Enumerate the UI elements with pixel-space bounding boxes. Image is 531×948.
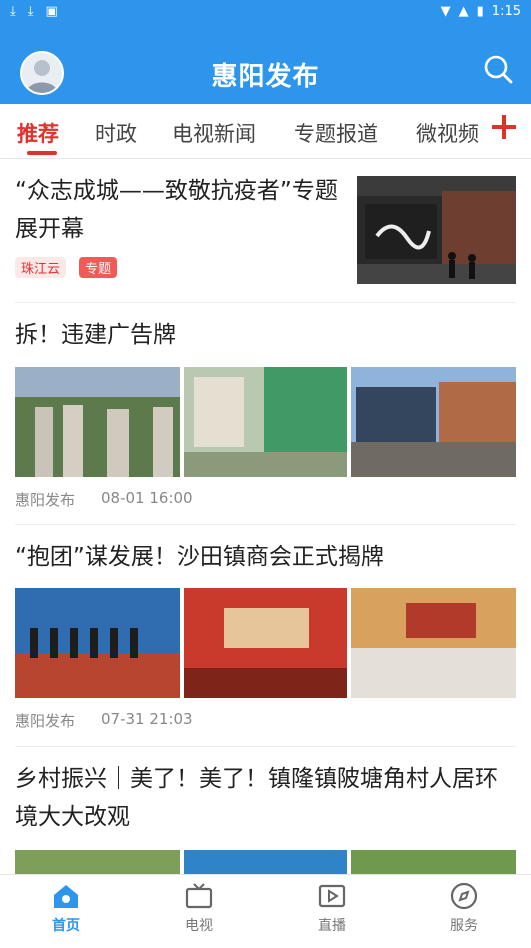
divider — [15, 746, 516, 747]
news-thumbnail[interactable] — [357, 176, 516, 284]
news-image — [15, 850, 180, 874]
status-time: 1:15 — [491, 4, 521, 19]
tab-recommend[interactable]: 推荐 — [17, 118, 59, 148]
bottom-navigation: 首页 电视 直播 服务 — [0, 874, 531, 948]
news-image — [15, 588, 180, 698]
download-icon: ⤓ — [10, 4, 16, 19]
tab-micro-video[interactable]: 微视频 — [416, 118, 479, 148]
news-title: 拆！违建广告牌 — [15, 322, 176, 348]
nav-tv[interactable]: 电视 — [159, 881, 239, 935]
news-image — [351, 588, 516, 698]
tab-tv-news[interactable]: 电视新闻 — [172, 118, 256, 148]
news-image — [184, 367, 347, 477]
home-icon — [54, 885, 78, 908]
exhibition-image — [357, 176, 516, 284]
news-item[interactable]: 乡村振兴｜美了！美了！镇隆镇陂塘角村人居环境大大改观 — [15, 760, 516, 836]
news-time: 07-31 21:03 — [101, 710, 193, 728]
active-tab-indicator — [27, 151, 57, 155]
news-source: 惠阳发布 — [15, 712, 76, 730]
news-image — [15, 367, 180, 477]
source-tag: 珠江云 — [15, 257, 67, 278]
tv-icon — [185, 883, 213, 909]
news-item[interactable]: “抱团”谋发展！沙田镇商会正式揭牌 — [15, 538, 516, 576]
nav-live[interactable]: 直播 — [292, 881, 372, 935]
news-image-row[interactable] — [15, 588, 516, 698]
topic-tag: 专题 — [79, 257, 118, 278]
add-channel-icon[interactable] — [491, 114, 517, 140]
news-image-row[interactable] — [15, 850, 516, 874]
news-item[interactable]: “众志成城——致敬抗疫者”专题展开幕 珠江云 专题 — [15, 172, 345, 278]
app-bar: 惠阳发布 — [0, 26, 531, 104]
nav-home[interactable]: 首页 — [26, 881, 106, 935]
news-image — [184, 588, 347, 698]
news-item[interactable]: 拆！违建广告牌 — [15, 316, 516, 354]
nav-label: 电视 — [185, 918, 213, 934]
compass-icon — [450, 882, 478, 910]
divider — [15, 524, 516, 525]
news-title: “抱团”谋发展！沙田镇商会正式揭牌 — [15, 544, 384, 570]
news-image — [184, 850, 347, 874]
tab-special-reports[interactable]: 专题报道 — [294, 118, 378, 148]
nav-label: 首页 — [52, 918, 80, 934]
news-source: 惠阳发布 — [15, 491, 76, 509]
app-title: 惠阳发布 — [211, 62, 320, 92]
wifi-icon: ▼ — [440, 4, 451, 19]
news-image-row[interactable] — [15, 367, 516, 477]
category-tabs: 推荐 时政 电视新闻 专题报道 微视频 — [0, 104, 531, 159]
news-image — [351, 850, 516, 874]
tab-politics[interactable]: 时政 — [95, 118, 137, 148]
battery-icon: ▮ — [476, 4, 484, 19]
signal-icon: ▲ — [458, 4, 469, 19]
news-title: “众志成城——致敬抗疫者”专题展开幕 — [15, 178, 338, 242]
news-image — [351, 367, 516, 477]
nav-label: 服务 — [450, 918, 478, 934]
divider — [15, 302, 516, 303]
status-bar: ⤓ ⤓ ▣ ▼ ▲ ▮ 1:15 — [0, 0, 531, 26]
download-icon: ⤓ — [27, 4, 34, 19]
nav-label: 直播 — [318, 918, 346, 934]
app-notification-icon: ▣ — [45, 4, 58, 19]
live-video-icon — [318, 884, 346, 908]
news-time: 08-01 16:00 — [101, 489, 193, 507]
nav-services[interactable]: 服务 — [424, 881, 504, 935]
news-title: 乡村振兴｜美了！美了！镇隆镇陂塘角村人居环境大大改观 — [15, 766, 498, 830]
search-icon[interactable] — [483, 54, 513, 84]
